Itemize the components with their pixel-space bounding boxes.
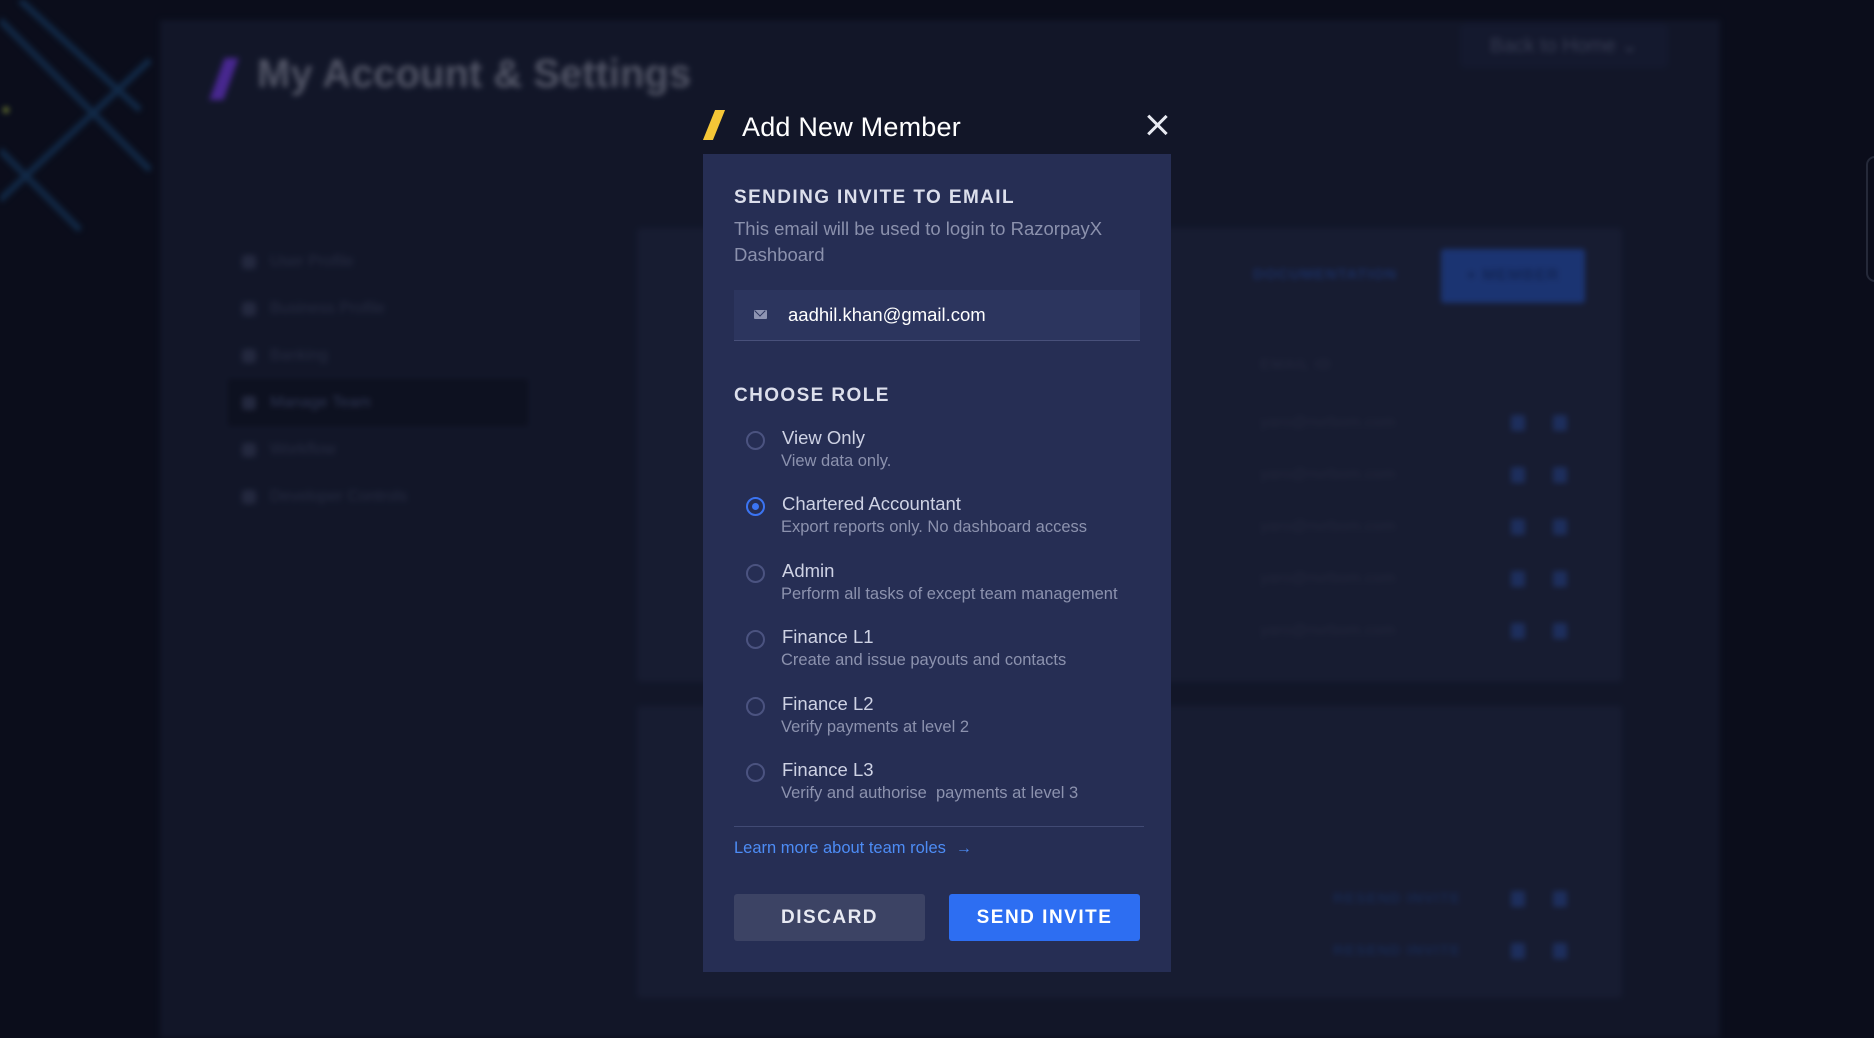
- role-name: Chartered Accountant: [782, 493, 961, 515]
- add-member-dialog: SENDING INVITE TO EMAIL This email will …: [703, 154, 1171, 972]
- role-name: Finance L1: [782, 626, 874, 648]
- radio-button[interactable]: [746, 762, 765, 782]
- email-helper-text: This email will be used to login to Razo…: [734, 218, 1103, 265]
- discard-button[interactable]: DISCARD: [734, 894, 925, 941]
- divider: [734, 826, 1144, 827]
- radio-button[interactable]: [746, 696, 765, 716]
- radio-button[interactable]: [746, 563, 765, 583]
- role-option-admin[interactable]: Admin Perform all tasks of except team m…: [734, 559, 1144, 625]
- modal-header: Add New Member: [702, 104, 1171, 154]
- role-name: View Only: [782, 427, 865, 448]
- role-radio-group: View Only View data only. Chartered Acco…: [734, 426, 1144, 824]
- mail-icon: [754, 310, 767, 319]
- role-option-finance-l2[interactable]: Finance L2 Verify payments at level 2: [734, 692, 1144, 758]
- send-invite-button[interactable]: SEND INVITE: [949, 894, 1140, 941]
- role-name: Finance L3: [782, 758, 874, 780]
- role-option-chartered-accountant[interactable]: Chartered Accountant Export reports only…: [734, 492, 1144, 558]
- role-description: Perform all tasks of except team managem…: [781, 584, 1118, 603]
- role-name: Finance L2: [782, 692, 874, 714]
- email-field[interactable]: [734, 290, 1140, 341]
- arrow-right-icon: →: [955, 840, 972, 857]
- radio-button[interactable]: [746, 431, 765, 450]
- role-option-view-only[interactable]: View Only View data only.: [734, 426, 1144, 492]
- role-option-finance-l1[interactable]: Finance L1 Create and issue payouts and …: [734, 625, 1144, 691]
- role-name: Admin: [782, 559, 835, 581]
- learn-more-label: Learn more about team roles: [734, 839, 946, 857]
- email-input[interactable]: [788, 290, 1128, 340]
- modal-title: Add New Member: [742, 112, 961, 142]
- brand-slash-icon: [702, 110, 726, 140]
- close-icon[interactable]: [1143, 112, 1171, 140]
- role-description: Create and issue payouts and contacts: [781, 651, 1067, 670]
- learn-more-team-roles-link[interactable]: Learn more about team roles →: [734, 839, 972, 858]
- role-description: Verify payments at level 2: [781, 717, 970, 736]
- role-description: Export reports only. No dashboard access: [781, 518, 1088, 537]
- role-description: Verify and authorise payments at level 3: [781, 783, 1079, 802]
- role-option-finance-l3[interactable]: Finance L3 Verify and authorise payments…: [734, 758, 1144, 824]
- email-section-heading: SENDING INVITE TO EMAIL: [734, 187, 1015, 208]
- role-section-heading: CHOOSE ROLE: [734, 385, 890, 406]
- role-description: View data only.: [781, 452, 892, 470]
- radio-button-selected[interactable]: [746, 497, 765, 517]
- radio-button[interactable]: [746, 630, 765, 650]
